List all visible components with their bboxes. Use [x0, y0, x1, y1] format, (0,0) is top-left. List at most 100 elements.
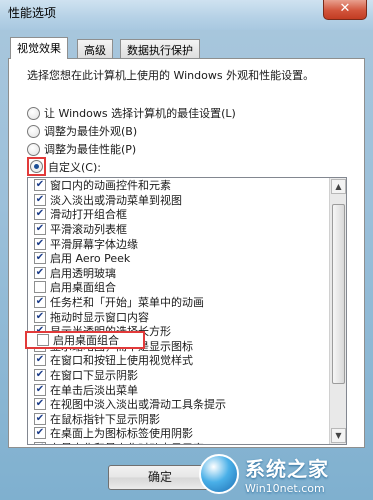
- arrow-down-icon: ▼: [335, 431, 342, 440]
- effect-label: 淡入淡出或滑动菜单到视图: [50, 193, 182, 207]
- check-icon: ✔: [35, 193, 45, 205]
- intro-text: 选择您想在此计算机上使用的 Windows 外观和性能设置。: [27, 69, 315, 82]
- effect-item[interactable]: ✔ 淡入淡出或滑动菜单到视图: [28, 193, 329, 208]
- effect-item[interactable]: ✔ 在窗口下显示阴影: [28, 368, 329, 383]
- highlighted-desktop-composition[interactable]: 启用桌面组合: [25, 331, 145, 349]
- checkbox-checked[interactable]: ✔: [34, 266, 46, 279]
- check-icon: ✔: [35, 310, 45, 322]
- radio-circle[interactable]: [27, 106, 40, 120]
- effect-item[interactable]: ✔ 窗口内的动画控件和元素: [28, 178, 329, 193]
- radio-circle-selected[interactable]: [30, 160, 43, 173]
- scroll-down-button[interactable]: ▼: [331, 428, 346, 443]
- checkbox-checked[interactable]: ✔: [34, 208, 46, 221]
- radio-label: 让 Windows 选择计算机的最佳设置(L): [44, 107, 236, 120]
- close-icon: ✕: [339, 1, 351, 16]
- effect-label: 启用桌面组合: [50, 281, 116, 295]
- checkbox-checked[interactable]: ✔: [34, 354, 46, 367]
- tab-visual-effects[interactable]: 视觉效果: [10, 37, 68, 59]
- effect-label: 平滑屏幕字体边缘: [50, 237, 138, 251]
- check-icon: ✔: [35, 266, 45, 278]
- checkbox-checked[interactable]: ✔: [34, 369, 46, 382]
- checkbox-checked[interactable]: ✔: [34, 193, 46, 206]
- effects-list: ✔ 窗口内的动画控件和元素 ✔ 淡入淡出或滑动菜单到视图 ✔ 滑动打开组合框 ✔ 平滑滚动列表…: [27, 177, 347, 445]
- checkbox-checked[interactable]: ✔: [34, 427, 46, 440]
- check-icon: ✔: [35, 412, 45, 424]
- effect-label: 在桌面上为图标标签使用阴影: [50, 427, 193, 441]
- effect-item[interactable]: ✔ 在单击后淡出菜单: [28, 382, 329, 397]
- effect-item[interactable]: ✔ 启用透明玻璃: [28, 266, 329, 281]
- check-icon: ✔: [35, 208, 45, 220]
- effects-list-inner: ✔ 窗口内的动画控件和元素 ✔ 淡入淡出或滑动菜单到视图 ✔ 滑动打开组合框 ✔ 平滑滚动列表…: [28, 178, 329, 444]
- scroll-up-button[interactable]: ▲: [331, 179, 346, 194]
- effect-item[interactable]: ✔ 在最大化和最小化时动态显示窗口: [28, 440, 329, 444]
- effect-label: 在最大化和最小化时动态显示窗口: [50, 440, 215, 444]
- effect-label: 启用 Aero Peek: [50, 252, 131, 266]
- tab-advanced[interactable]: 高级: [77, 39, 113, 58]
- effect-label: 在窗口下显示阴影: [50, 369, 138, 383]
- effect-item[interactable]: ✔ 启用 Aero Peek: [28, 251, 329, 266]
- checkbox-checked[interactable]: ✔: [34, 179, 46, 192]
- effect-label: 拖动时显示窗口内容: [50, 310, 149, 324]
- check-icon: ✔: [35, 427, 45, 439]
- effect-label: 平滑滚动列表框: [50, 223, 127, 237]
- effect-item[interactable]: ✔ 在桌面上为图标标签使用阴影: [28, 426, 329, 441]
- checkbox-checked[interactable]: ✔: [34, 223, 46, 236]
- checkbox-label: 启用桌面组合: [53, 334, 119, 347]
- title-bar: 性能选项 ✕: [0, 0, 373, 30]
- checkbox-unchecked[interactable]: [37, 334, 49, 346]
- radio-best-performance[interactable]: 调整为最佳性能(P): [27, 141, 136, 157]
- checkbox-checked[interactable]: ✔: [34, 310, 46, 323]
- window-title: 性能选项: [8, 6, 57, 20]
- close-button[interactable]: ✕: [323, 0, 367, 20]
- effect-item[interactable]: 启用桌面组合: [28, 280, 329, 295]
- effect-label: 在视图中淡入淡出或滑动工具条提示: [50, 398, 226, 412]
- radio-let-windows-choose[interactable]: 让 Windows 选择计算机的最佳设置(L): [27, 105, 236, 121]
- watermark-title: 系统之家: [245, 457, 329, 481]
- ok-button[interactable]: 确定: [108, 465, 212, 490]
- radio-custom[interactable]: 自定义(C):: [27, 157, 101, 176]
- radio-label: 调整为最佳外观(B): [44, 125, 138, 138]
- tab-label: 视觉效果: [17, 42, 61, 55]
- watermark-url: Win10net.com: [245, 482, 325, 495]
- effect-item[interactable]: ✔ 在鼠标指针下显示阴影: [28, 412, 329, 427]
- effect-item[interactable]: ✔ 在视图中淡入淡出或滑动工具条提示: [28, 397, 329, 412]
- vertical-scrollbar[interactable]: ▲ ▼: [329, 178, 346, 444]
- checkbox-checked[interactable]: ✔: [34, 412, 46, 425]
- watermark-logo-icon: [199, 454, 239, 494]
- effect-item[interactable]: ✔ 任务栏和「开始」菜单中的动画: [28, 295, 329, 310]
- effect-item[interactable]: ✔ 拖动时显示窗口内容: [28, 309, 329, 324]
- effect-item[interactable]: ✔ 滑动打开组合框: [28, 207, 329, 222]
- checkbox-checked[interactable]: ✔: [34, 383, 46, 396]
- check-icon: ✔: [35, 237, 45, 249]
- radio-label: 自定义(C):: [48, 160, 101, 174]
- tab-label: 数据执行保护: [127, 44, 193, 57]
- watermark-text: 系统之家 Win10net.com: [245, 453, 329, 495]
- checkbox-checked[interactable]: ✔: [34, 296, 46, 309]
- arrow-up-icon: ▲: [335, 182, 342, 191]
- scroll-thumb[interactable]: [332, 204, 345, 384]
- check-icon: ✔: [35, 296, 45, 308]
- effect-label: 滑动打开组合框: [50, 208, 127, 222]
- effect-label: 在窗口和按钮上使用视觉样式: [50, 354, 193, 368]
- checkbox-checked[interactable]: ✔: [34, 441, 46, 444]
- check-icon: ✔: [35, 179, 45, 191]
- checkbox-unchecked[interactable]: [34, 281, 46, 294]
- effect-item[interactable]: ✔ 在窗口和按钮上使用视觉样式: [28, 353, 329, 368]
- radio-best-appearance[interactable]: 调整为最佳外观(B): [27, 123, 137, 139]
- effect-label: 任务栏和「开始」菜单中的动画: [50, 296, 204, 310]
- effect-label: 启用透明玻璃: [50, 266, 116, 280]
- radio-circle[interactable]: [27, 124, 40, 138]
- effect-label: 在单击后淡出菜单: [50, 383, 138, 397]
- checkbox-checked[interactable]: ✔: [34, 252, 46, 265]
- check-icon: ✔: [35, 369, 45, 381]
- checkbox-checked[interactable]: ✔: [34, 398, 46, 411]
- checkbox-checked[interactable]: ✔: [34, 237, 46, 250]
- effect-item[interactable]: ✔ 平滑屏幕字体边缘: [28, 236, 329, 251]
- effect-item[interactable]: ✔ 平滑滚动列表框: [28, 222, 329, 237]
- radio-circle[interactable]: [27, 142, 40, 156]
- check-icon: ✔: [36, 442, 44, 444]
- check-icon: ✔: [35, 398, 45, 410]
- tab-label: 高级: [84, 44, 106, 57]
- watermark: 系统之家 Win10net.com: [199, 450, 369, 498]
- tab-dep[interactable]: 数据执行保护: [120, 39, 200, 58]
